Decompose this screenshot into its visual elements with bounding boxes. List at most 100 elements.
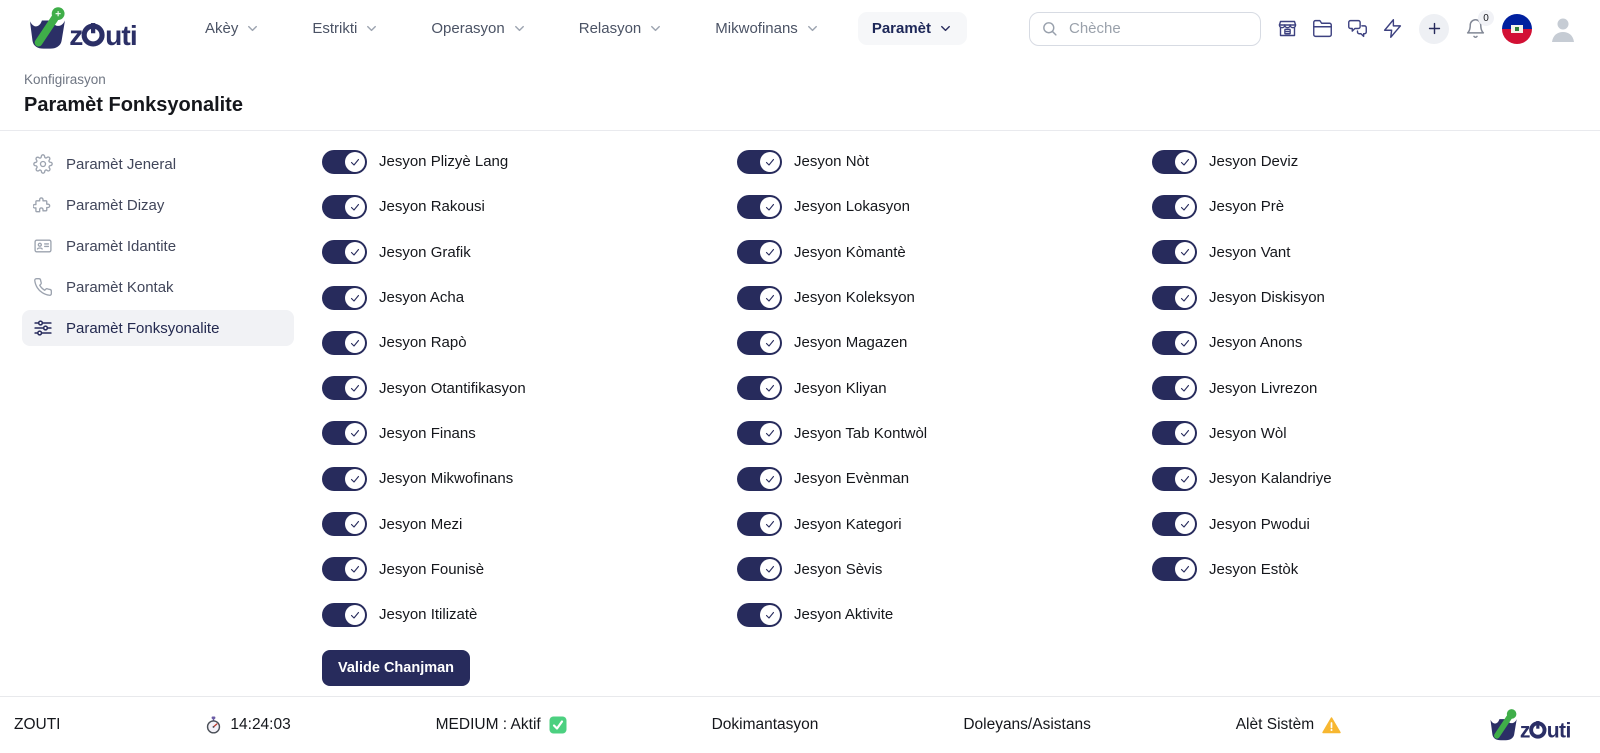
feature-toggle[interactable] — [322, 150, 367, 174]
feature-column-2: Jesyon NòtJesyon LokasyonJesyon KòmantèJ… — [737, 139, 1152, 696]
feature-toggle[interactable] — [322, 240, 367, 264]
check-icon — [760, 423, 780, 443]
feature-label: Jesyon Deviz — [1209, 153, 1298, 170]
nav-item-operasyon[interactable]: Operasyon — [417, 12, 540, 45]
footer-status-text: MEDIUM : Aktif — [436, 716, 541, 734]
documentation-link[interactable]: Dokimantasyon — [712, 716, 819, 734]
search-input[interactable] — [1067, 19, 1249, 38]
feature-toggle[interactable] — [1152, 150, 1197, 174]
feature-row: Jesyon Aktivite — [737, 592, 1152, 637]
feature-row: Jesyon Otantifikasyon — [322, 365, 737, 410]
check-icon — [1175, 559, 1195, 579]
feature-toggle[interactable] — [322, 467, 367, 491]
sidebar-item-label: Paramèt Dizay — [66, 197, 164, 214]
feature-toggle[interactable] — [322, 512, 367, 536]
sidebar-item-paramet-jeneral[interactable]: Paramèt Jeneral — [22, 146, 294, 182]
zouti-logo[interactable]: z uti — [24, 6, 152, 52]
chat-icon[interactable] — [1347, 18, 1368, 39]
add-button[interactable] — [1419, 14, 1449, 44]
feature-column-1: Jesyon Plizyè LangJesyon RakousiJesyon G… — [322, 139, 737, 696]
system-alert-link[interactable]: Alèt Sistèm — [1236, 716, 1341, 734]
feature-toggle[interactable] — [1152, 286, 1197, 310]
feature-toggle[interactable] — [737, 240, 782, 264]
nav-item-mikwofinans[interactable]: Mikwofinans — [701, 12, 834, 45]
feature-toggle[interactable] — [322, 286, 367, 310]
feature-label: Jesyon Aktivite — [794, 606, 893, 623]
footer-time: 14:24:03 — [230, 716, 290, 734]
feature-toggle[interactable] — [322, 603, 367, 627]
feature-label: Jesyon Founisè — [379, 561, 484, 578]
check-icon — [345, 197, 365, 217]
sidebar-item-paramet-kontak[interactable]: Paramèt Kontak — [22, 269, 294, 305]
feature-row: Jesyon Anons — [1152, 320, 1567, 365]
nav-item-label: Operasyon — [431, 20, 504, 37]
feature-toggle[interactable] — [322, 376, 367, 400]
check-icon — [345, 423, 365, 443]
feature-toggle[interactable] — [737, 557, 782, 581]
feature-row: Jesyon Grafik — [322, 230, 737, 275]
feature-toggle[interactable] — [1152, 195, 1197, 219]
feature-toggle[interactable] — [737, 195, 782, 219]
feature-toggle[interactable] — [1152, 421, 1197, 445]
feature-toggle[interactable] — [737, 421, 782, 445]
feature-toggle[interactable] — [1152, 376, 1197, 400]
feature-toggle[interactable] — [737, 467, 782, 491]
feature-toggle[interactable] — [322, 195, 367, 219]
feature-row: Jesyon Livrezon — [1152, 365, 1567, 410]
feature-toggle[interactable] — [1152, 331, 1197, 355]
check-icon — [760, 333, 780, 353]
feature-toggle[interactable] — [1152, 512, 1197, 536]
feature-row: Jesyon Finans — [322, 411, 737, 456]
feature-label: Jesyon Kliyan — [794, 380, 887, 397]
check-icon — [760, 242, 780, 262]
notifications-button[interactable]: 0 — [1465, 18, 1486, 39]
sidebar-item-label: Paramèt Fonksyonalite — [66, 320, 219, 337]
check-icon — [1175, 333, 1195, 353]
check-icon — [1175, 423, 1195, 443]
haiti-flag-icon[interactable] — [1502, 14, 1532, 44]
check-icon — [345, 469, 365, 489]
nav-item-paramet[interactable]: Paramèt — [858, 12, 967, 45]
user-avatar-icon[interactable] — [1548, 14, 1578, 44]
feature-toggle[interactable] — [1152, 557, 1197, 581]
feature-row: Jesyon Sèvis — [737, 547, 1152, 592]
feature-toggle[interactable] — [737, 331, 782, 355]
sidebar-item-paramet-fonksyonalite[interactable]: Paramèt Fonksyonalite — [22, 310, 294, 346]
feature-label: Jesyon Grafik — [379, 244, 471, 261]
svg-text:uti: uti — [105, 20, 137, 51]
feature-columns: Jesyon Plizyè LangJesyon RakousiJesyon G… — [322, 139, 1567, 696]
nav-item-estrikti[interactable]: Estrikti — [298, 12, 393, 45]
check-icon — [345, 152, 365, 172]
sidebar-item-paramet-dizay[interactable]: Paramèt Dizay — [22, 187, 294, 223]
support-link[interactable]: Doleyans/Asistans — [963, 716, 1091, 734]
feature-row: Jesyon Rapò — [322, 320, 737, 365]
feature-row: Jesyon Magazen — [737, 320, 1152, 365]
feature-toggle[interactable] — [322, 331, 367, 355]
footer-clock: 14:24:03 — [205, 716, 290, 734]
feature-label: Jesyon Nòt — [794, 153, 869, 170]
plus-icon — [1426, 20, 1443, 37]
feature-toggle[interactable] — [737, 286, 782, 310]
feature-label: Jesyon Livrezon — [1209, 380, 1317, 397]
feature-toggle[interactable] — [737, 376, 782, 400]
save-changes-button[interactable]: Valide Chanjman — [322, 650, 470, 686]
feature-row: Jesyon Wòl — [1152, 411, 1567, 456]
sidebar-item-paramet-idantite[interactable]: Paramèt Idantite — [22, 228, 294, 264]
folder-icon[interactable] — [1312, 18, 1333, 39]
feature-toggle[interactable] — [1152, 240, 1197, 264]
feature-toggle[interactable] — [737, 150, 782, 174]
feature-row: Jesyon Kòmantè — [737, 230, 1152, 275]
feature-label: Jesyon Rapò — [379, 334, 467, 351]
feature-toggle[interactable] — [322, 421, 367, 445]
feature-toggle[interactable] — [322, 557, 367, 581]
check-icon — [1175, 378, 1195, 398]
feature-toggle[interactable] — [737, 512, 782, 536]
nav-item-relasyon[interactable]: Relasyon — [565, 12, 678, 45]
store-icon[interactable] — [1277, 18, 1298, 39]
feature-label: Jesyon Mezi — [379, 516, 462, 533]
nav-item-akey[interactable]: Akèy — [191, 12, 274, 45]
feature-toggle[interactable] — [737, 603, 782, 627]
feature-toggle[interactable] — [1152, 467, 1197, 491]
search-box[interactable] — [1029, 12, 1261, 46]
bolt-icon[interactable] — [1382, 18, 1403, 39]
